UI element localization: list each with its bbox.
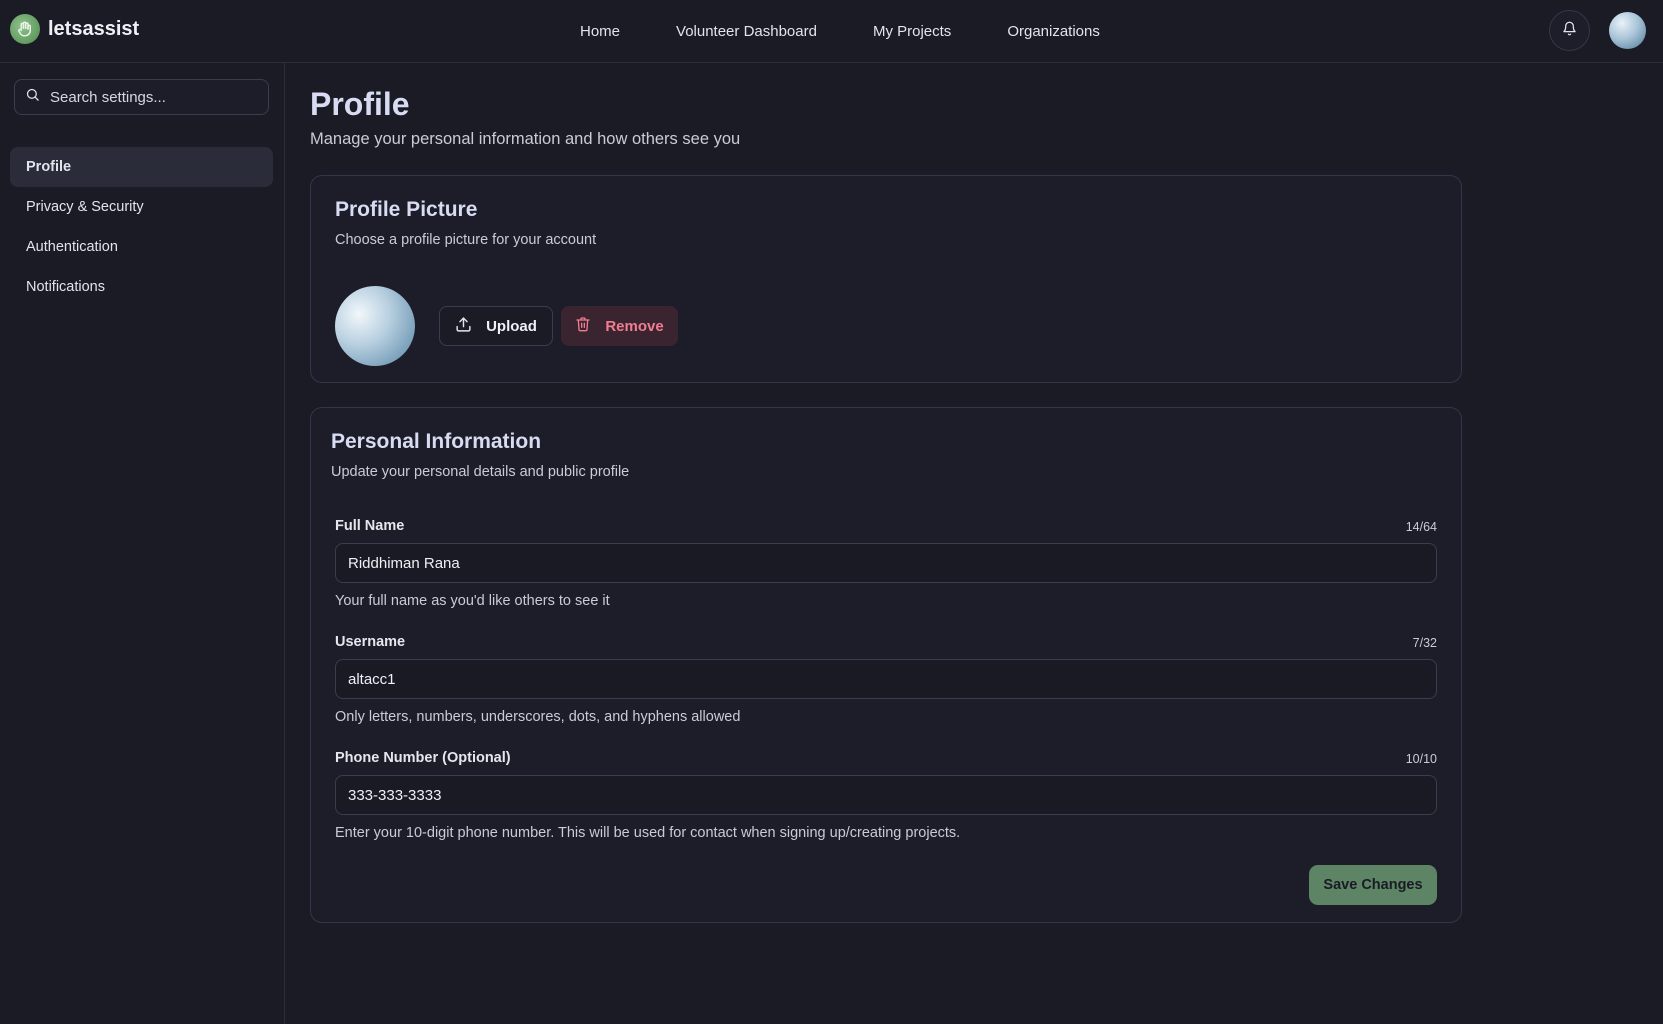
page-title: Profile bbox=[310, 86, 410, 122]
sidebar-menu: Profile Privacy & Security Authenticatio… bbox=[10, 147, 273, 307]
full-name-field[interactable] bbox=[335, 543, 1437, 583]
upload-label: Upload bbox=[486, 317, 537, 335]
profile-picture-title: Profile Picture bbox=[335, 198, 478, 221]
settings-sidebar: Profile Privacy & Security Authenticatio… bbox=[0, 63, 285, 1024]
phone-number-field[interactable] bbox=[335, 775, 1437, 815]
upload-icon bbox=[455, 316, 472, 337]
full-name-hint: Your full name as you'd like others to s… bbox=[335, 593, 610, 609]
bell-icon bbox=[1562, 21, 1577, 41]
user-avatar[interactable] bbox=[1609, 12, 1646, 49]
nav-my-projects[interactable]: My Projects bbox=[873, 23, 951, 40]
save-changes-button[interactable]: Save Changes bbox=[1309, 865, 1437, 905]
personal-information-description: Update your personal details and public … bbox=[331, 464, 630, 480]
search-icon bbox=[25, 87, 40, 107]
username-counter: 7/32 bbox=[1412, 636, 1437, 650]
phone-number-label: Phone Number (Optional) bbox=[335, 750, 511, 766]
brand[interactable]: letsassist bbox=[10, 14, 139, 44]
profile-picture-preview bbox=[335, 286, 415, 366]
nav-organizations[interactable]: Organizations bbox=[1007, 23, 1100, 40]
username-label: Username bbox=[335, 634, 406, 650]
search-input[interactable] bbox=[50, 88, 268, 106]
username-field[interactable] bbox=[335, 659, 1437, 699]
phone-number-hint: Enter your 10-digit phone number. This w… bbox=[335, 825, 961, 841]
personal-information-title: Personal Information bbox=[331, 430, 542, 453]
personal-information-card: Personal Information Update your persona… bbox=[310, 407, 1462, 923]
nav-home[interactable]: Home bbox=[580, 23, 620, 40]
sidebar-item-privacy-security[interactable]: Privacy & Security bbox=[10, 187, 273, 227]
trash-icon bbox=[575, 316, 591, 336]
profile-picture-card: Profile Picture Choose a profile picture… bbox=[310, 175, 1462, 383]
phone-number-counter: 10/10 bbox=[1405, 752, 1437, 766]
notifications-button[interactable] bbox=[1549, 10, 1590, 51]
brand-name: letsassist bbox=[48, 17, 140, 40]
username-hint: Only letters, numbers, underscores, dots… bbox=[335, 709, 741, 725]
search-box bbox=[14, 79, 269, 115]
profile-picture-description: Choose a profile picture for your accoun… bbox=[335, 232, 597, 248]
main-nav: Home Volunteer Dashboard My Projects Org… bbox=[580, 0, 1156, 62]
remove-button[interactable]: Remove bbox=[561, 306, 678, 346]
page-subtitle: Manage your personal information and how… bbox=[310, 130, 741, 148]
nav-volunteer-dashboard[interactable]: Volunteer Dashboard bbox=[676, 23, 817, 40]
hand-icon bbox=[10, 14, 40, 44]
full-name-label: Full Name bbox=[335, 518, 405, 534]
upload-button[interactable]: Upload bbox=[439, 306, 553, 346]
remove-label: Remove bbox=[605, 317, 664, 335]
top-bar: letsassist Home Volunteer Dashboard My P… bbox=[0, 0, 1663, 63]
sidebar-item-profile[interactable]: Profile bbox=[10, 147, 273, 187]
full-name-counter: 14/64 bbox=[1405, 520, 1437, 534]
sidebar-item-authentication[interactable]: Authentication bbox=[10, 227, 273, 267]
sidebar-item-notifications[interactable]: Notifications bbox=[10, 267, 273, 307]
